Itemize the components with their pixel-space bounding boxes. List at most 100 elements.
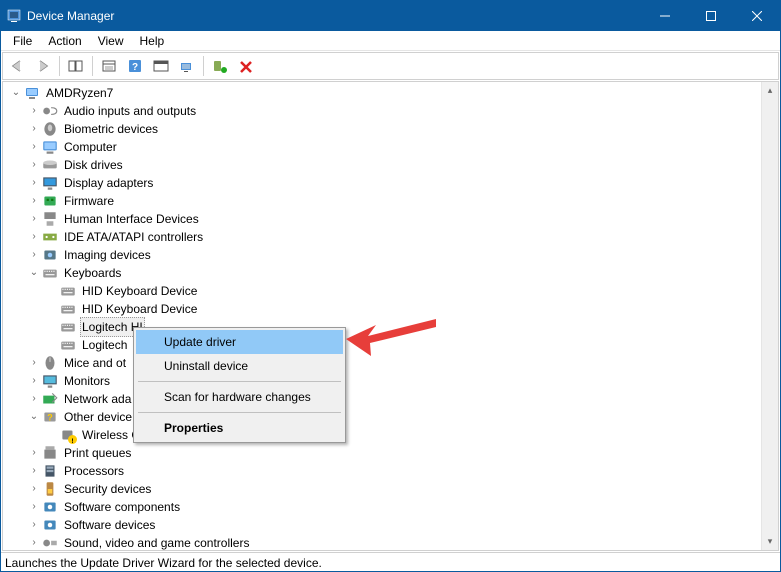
status-text: Launches the Update Driver Wizard for th… [5, 556, 322, 570]
properties-button[interactable] [97, 54, 121, 78]
back-button[interactable] [5, 54, 29, 78]
category-icon [41, 463, 59, 479]
category-icon [41, 103, 59, 119]
node-label: IDE ATA/ATAPI controllers [62, 228, 205, 246]
category-icon [41, 157, 59, 173]
expander-icon[interactable]: ⌄ [27, 408, 41, 426]
device-icon [59, 283, 77, 299]
help-button[interactable]: ? [123, 54, 147, 78]
node-label: AMDRyzen7 [44, 84, 115, 102]
menu-help[interactable]: Help [132, 33, 173, 49]
node-label: Print queues [62, 444, 133, 462]
category-icon [41, 535, 59, 550]
forward-button[interactable] [31, 54, 55, 78]
tree-category[interactable]: › Software devices [27, 516, 778, 534]
tree-category[interactable]: › IDE ATA/ATAPI controllers [27, 228, 778, 246]
expander-icon[interactable]: › [27, 480, 41, 498]
node-label: Other device [62, 408, 134, 426]
tree-device[interactable]: HID Keyboard Device [45, 282, 778, 300]
expander-icon[interactable]: › [27, 174, 41, 192]
tree-root[interactable]: ⌄ AMDRyzen7 [9, 84, 778, 102]
computer-icon [23, 85, 41, 101]
node-label: HID Keyboard Device [80, 282, 199, 300]
tree-category[interactable]: › Imaging devices [27, 246, 778, 264]
category-icon [41, 391, 59, 407]
category-icon: ? [41, 409, 59, 425]
expander-icon[interactable]: ⌄ [9, 84, 23, 102]
node-label: Logitech [80, 336, 129, 354]
menu-scan-hardware[interactable]: Scan for hardware changes [136, 385, 343, 409]
menu-update-driver[interactable]: Update driver [136, 330, 343, 354]
expander-icon[interactable]: › [27, 534, 41, 550]
expander-icon[interactable]: › [27, 354, 41, 372]
tree-category[interactable]: › Print queues [27, 444, 778, 462]
menu-uninstall-device[interactable]: Uninstall device [136, 354, 343, 378]
tree-category[interactable]: ⌄ Keyboards [27, 264, 778, 282]
window-title: Device Manager [27, 9, 642, 23]
expander-icon[interactable]: › [27, 156, 41, 174]
scan-button[interactable] [175, 54, 199, 78]
maximize-button[interactable] [688, 1, 734, 31]
tree-category[interactable]: › Sound, video and game controllers [27, 534, 778, 550]
tree-category[interactable]: › Biometric devices [27, 120, 778, 138]
menu-action[interactable]: Action [40, 33, 89, 49]
menu-separator [138, 412, 341, 413]
toolbar-separator [203, 56, 204, 76]
tree-category[interactable]: › Audio inputs and outputs [27, 102, 778, 120]
expander-icon[interactable]: › [27, 516, 41, 534]
node-label: Mice and ot [62, 354, 128, 372]
statusbar: Launches the Update Driver Wizard for th… [1, 552, 780, 572]
expander-icon[interactable]: › [27, 138, 41, 156]
expander-icon[interactable]: › [27, 372, 41, 390]
minimize-button[interactable] [642, 1, 688, 31]
tree-category[interactable]: › Disk drives [27, 156, 778, 174]
tree-category[interactable]: › Software components [27, 498, 778, 516]
expander-icon[interactable]: › [27, 462, 41, 480]
menu-separator [138, 381, 341, 382]
scroll-up-icon[interactable]: ▴ [762, 82, 778, 99]
expander-icon[interactable]: › [27, 210, 41, 228]
menu-view[interactable]: View [90, 33, 132, 49]
uninstall-button[interactable] [234, 54, 258, 78]
titlebar: Device Manager [1, 1, 780, 31]
device-icon: ! [59, 427, 77, 443]
action-button[interactable] [149, 54, 173, 78]
device-tree[interactable]: ⌄ AMDRyzen7 › Audio inputs and outputs ›… [3, 82, 778, 550]
expander-icon[interactable]: › [27, 102, 41, 120]
expander-icon[interactable]: ⌄ [27, 264, 41, 282]
show-hide-button[interactable] [64, 54, 88, 78]
toolbar: ? [2, 52, 779, 80]
tree-category[interactable]: › Display adapters [27, 174, 778, 192]
menu-properties[interactable]: Properties [136, 416, 343, 440]
expander-icon[interactable]: › [27, 192, 41, 210]
node-label: Monitors [62, 372, 112, 390]
node-label: Display adapters [62, 174, 155, 192]
tree-device[interactable]: HID Keyboard Device [45, 300, 778, 318]
category-icon [41, 175, 59, 191]
category-icon [41, 229, 59, 245]
tree-category[interactable]: › Computer [27, 138, 778, 156]
vertical-scrollbar[interactable]: ▴ ▾ [761, 82, 778, 550]
node-label: Imaging devices [62, 246, 153, 264]
category-icon [41, 121, 59, 137]
expander-icon[interactable]: › [27, 246, 41, 264]
expander-icon[interactable]: › [27, 498, 41, 516]
close-button[interactable] [734, 1, 780, 31]
scroll-down-icon[interactable]: ▾ [762, 533, 778, 550]
expander-icon[interactable]: › [27, 228, 41, 246]
category-icon [41, 373, 59, 389]
node-label: Software components [62, 498, 182, 516]
menu-file[interactable]: File [5, 33, 40, 49]
tree-category[interactable]: › Processors [27, 462, 778, 480]
category-icon [41, 247, 59, 263]
svg-text:?: ? [47, 412, 53, 422]
tree-category[interactable]: › Security devices [27, 480, 778, 498]
category-icon [41, 193, 59, 209]
tree-category[interactable]: › Human Interface Devices [27, 210, 778, 228]
expander-icon[interactable]: › [27, 390, 41, 408]
device-icon [59, 319, 77, 335]
tree-category[interactable]: › Firmware [27, 192, 778, 210]
enable-button[interactable] [208, 54, 232, 78]
expander-icon[interactable]: › [27, 120, 41, 138]
expander-icon[interactable]: › [27, 444, 41, 462]
